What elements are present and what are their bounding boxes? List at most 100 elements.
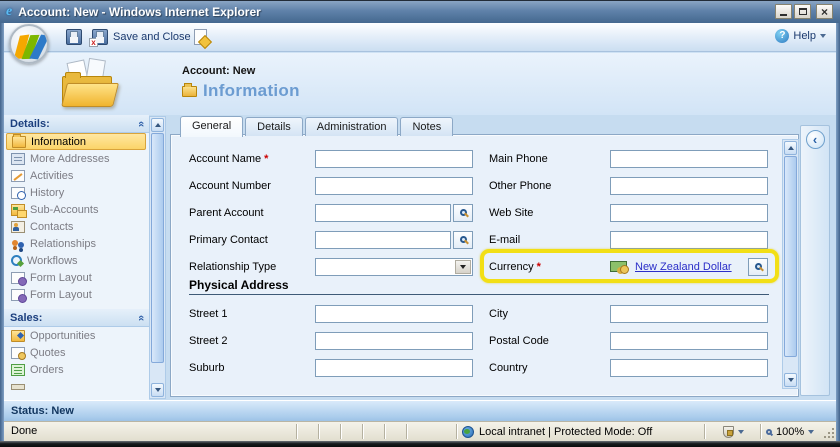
postal-code-input[interactable]	[610, 331, 768, 350]
status-separator	[296, 424, 297, 439]
protected-mode-button[interactable]	[707, 422, 759, 441]
form-row-account-number: Account Number	[189, 172, 473, 199]
scroll-down-button[interactable]	[151, 383, 164, 397]
zone-label: Local intranet | Protected Mode: Off	[479, 425, 653, 438]
internet-explorer-icon: e	[6, 4, 13, 19]
sidebar-item-contacts[interactable]: Contacts	[4, 218, 149, 235]
scrollbar-thumb[interactable]	[151, 133, 164, 363]
account-number-input[interactable]	[315, 176, 473, 195]
sidebar-section-header-sales[interactable]: Sales: «	[4, 309, 149, 327]
save-and-close-button[interactable]: x Save and Close	[89, 28, 193, 47]
status-label: Status: New	[11, 405, 74, 417]
save-and-new-button[interactable]	[192, 28, 209, 46]
sidebar-item-form-layout[interactable]: Form Layout	[4, 286, 149, 303]
browser-status-bar: Done Local intranet | Protected Mode: Of…	[4, 421, 836, 441]
form-row-main-phone: Main Phone	[489, 145, 768, 172]
zoom-control[interactable]: 100%	[762, 422, 822, 441]
scrollbar-thumb[interactable]	[784, 156, 797, 357]
clipped-item-icon	[11, 383, 25, 390]
primary-contact-input[interactable]	[315, 230, 451, 249]
sidebar-item-label: Sub-Accounts	[30, 203, 99, 216]
sidebar-item-more-addresses[interactable]: More Addresses	[4, 150, 149, 167]
sidebar-item-label: Opportunities	[30, 329, 96, 342]
help-menu[interactable]: ? Help	[775, 29, 826, 43]
form-row-parent-account: Parent Account	[189, 199, 473, 226]
account-folder-icon	[61, 57, 120, 107]
sidebar-item-history[interactable]: History	[4, 184, 149, 201]
field-label: Currency *	[489, 260, 541, 273]
sidebar-item-orders[interactable]: Orders	[4, 361, 149, 378]
chevron-down-icon	[820, 34, 826, 38]
form-row-postal-code: Postal Code	[489, 327, 768, 354]
dropdown-button[interactable]	[455, 259, 471, 274]
tab-details[interactable]: Details	[245, 117, 303, 136]
orders-icon	[11, 363, 25, 376]
address-column-right: City Postal Code Country	[489, 300, 768, 381]
sidebar-item-clipped[interactable]	[4, 378, 149, 395]
sidebar-item-sub-accounts[interactable]: Sub-Accounts	[4, 201, 149, 218]
sidebar-item-information[interactable]: Information	[6, 133, 146, 150]
sidebar-section-header-details[interactable]: Details: «	[4, 115, 149, 133]
sidebar-item-quotes[interactable]: Quotes	[4, 344, 149, 361]
field-label: Suburb	[189, 361, 225, 374]
sidebar-item-form-layout[interactable]: Form Layout	[4, 269, 149, 286]
chevron-down-icon	[808, 429, 815, 434]
tab-notes[interactable]: Notes	[400, 117, 454, 136]
parent-account-input[interactable]	[315, 203, 451, 222]
account-name-input[interactable]	[315, 149, 473, 168]
status-bar: Status: New	[4, 400, 836, 421]
save-and-new-icon	[194, 29, 207, 45]
dynamics-crm-logo[interactable]	[9, 24, 49, 64]
form-row-relationship-type: Relationship Type	[189, 253, 473, 280]
parent-account-lookup-button[interactable]	[453, 203, 473, 222]
resize-grip[interactable]	[822, 426, 835, 439]
form-scrollbar[interactable]	[782, 139, 799, 389]
collapse-section-icon[interactable]: «	[135, 314, 147, 320]
sidebar-item-relationships[interactable]: Relationships	[4, 235, 149, 252]
close-button[interactable]: ×	[816, 4, 833, 19]
opportunities-icon	[11, 329, 25, 342]
e-mail-input[interactable]	[610, 230, 768, 249]
street-1-input[interactable]	[315, 304, 473, 323]
field-label: Street 1	[189, 307, 228, 320]
primary-contact-lookup-button[interactable]	[453, 230, 473, 249]
minimize-button[interactable]	[775, 4, 792, 19]
currency-value-link[interactable]: New Zealand Dollar	[635, 261, 732, 273]
sidebar-item-workflows[interactable]: Workflows	[4, 252, 149, 269]
security-zone-cell: Local intranet | Protected Mode: Off	[456, 422, 652, 441]
sidebar-scrollbar[interactable]	[149, 116, 166, 399]
form-row-primary-contact: Primary Contact	[189, 226, 473, 253]
suburb-input[interactable]	[315, 358, 473, 377]
web-site-input[interactable]	[610, 203, 768, 222]
sidebar-item-label: Form Layout	[30, 271, 92, 284]
relationship-type-select[interactable]	[315, 257, 473, 276]
window-border-bottom	[0, 441, 840, 447]
currency-lookup-button[interactable]	[748, 257, 768, 276]
triangle-up-icon	[787, 146, 794, 150]
other-phone-input[interactable]	[610, 176, 768, 195]
close-icon: ×	[820, 4, 828, 19]
main-phone-input[interactable]	[610, 149, 768, 168]
collapse-panel-button[interactable]: ‹	[805, 130, 825, 149]
save-button[interactable]	[64, 28, 84, 46]
country-input[interactable]	[610, 358, 768, 377]
sidebar-item-label: Quotes	[30, 346, 66, 359]
scroll-up-button[interactable]	[784, 141, 797, 155]
toolbar: x Save and Close ? Help	[4, 23, 836, 64]
field-label: Relationship Type	[189, 260, 277, 273]
sidebar-item-activities[interactable]: Activities	[4, 167, 149, 184]
window-border-right	[836, 22, 840, 441]
application-window: e Account: New - Windows Internet Explor…	[0, 0, 840, 447]
scroll-down-button[interactable]	[784, 373, 797, 387]
title-bar[interactable]: e Account: New - Windows Internet Explor…	[0, 1, 840, 23]
street-2-input[interactable]	[315, 331, 473, 350]
collapse-section-icon[interactable]: «	[135, 120, 147, 126]
maximize-button[interactable]	[794, 4, 811, 19]
workflows-icon	[11, 255, 22, 266]
tab-administration[interactable]: Administration	[304, 117, 399, 136]
field-label: Parent Account	[189, 206, 264, 219]
scroll-up-button[interactable]	[151, 118, 164, 132]
tab-general[interactable]: General	[180, 116, 244, 137]
sidebar-item-opportunities[interactable]: Opportunities	[4, 327, 149, 344]
city-input[interactable]	[610, 304, 768, 323]
